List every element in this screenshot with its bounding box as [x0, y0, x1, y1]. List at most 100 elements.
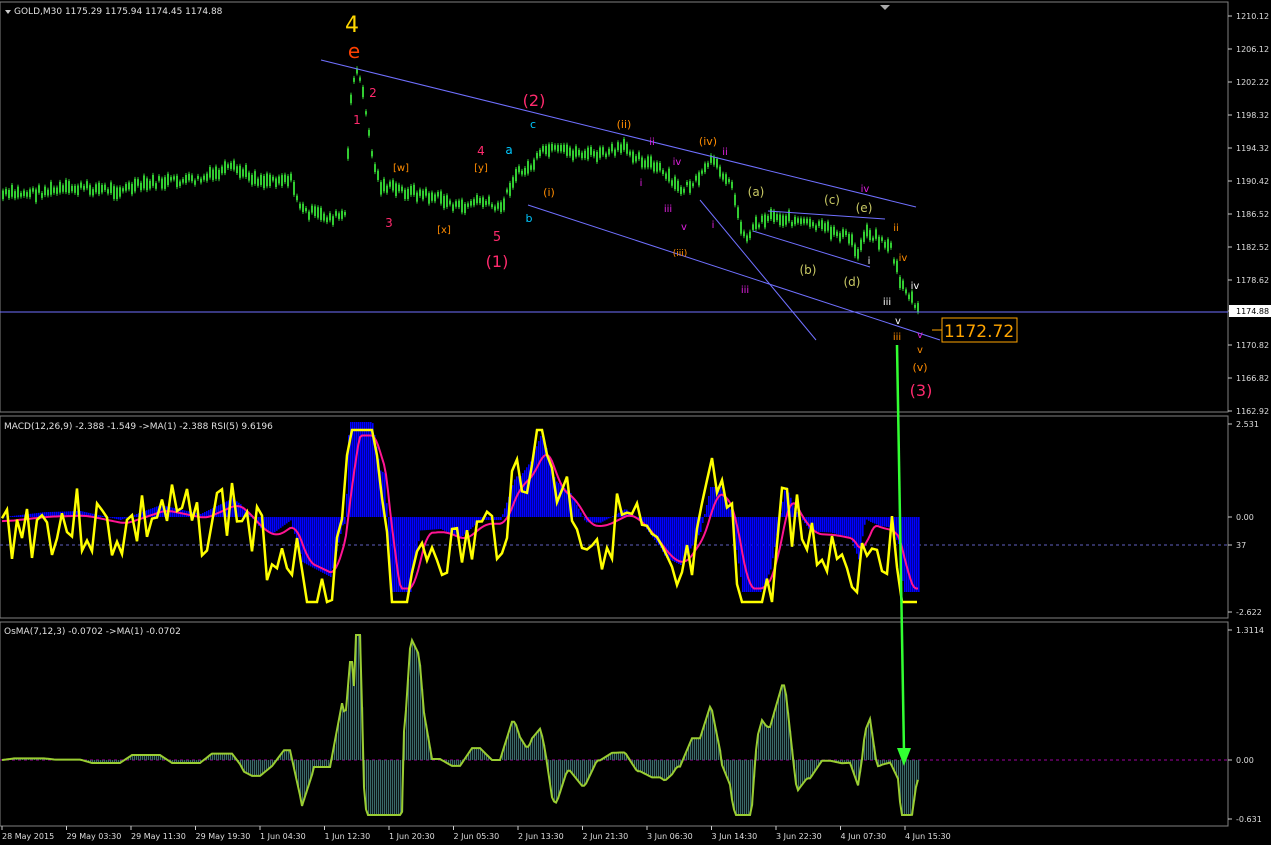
candle-body: [752, 224, 754, 230]
osma-bar: [320, 760, 322, 767]
candle-body: [71, 185, 73, 192]
candle-body: [662, 170, 664, 174]
macd-bar: [422, 517, 424, 531]
osma-bar: [802, 760, 804, 785]
candle-body: [278, 176, 280, 184]
macd-bar: [762, 517, 764, 590]
candle-body: [80, 182, 82, 188]
macd-bar: [610, 517, 612, 518]
macd-bar: [268, 517, 270, 532]
osma-bar: [582, 760, 584, 786]
osma-bar: [614, 752, 616, 760]
osma-bar: [622, 752, 624, 760]
macd-bar: [386, 503, 388, 517]
osma-bar: [302, 760, 304, 806]
osma-bar: [702, 731, 704, 760]
candle-body: [239, 165, 241, 178]
macd-panel[interactable]: MACD(12,26,9) -2.388 -1.549 ->MA(1) -2.3…: [0, 415, 1262, 619]
wave-label: (v): [912, 361, 927, 374]
osma-bar: [868, 723, 870, 760]
candle-body: [29, 189, 31, 198]
osma-bar: [698, 738, 700, 760]
osma-bar: [640, 760, 642, 772]
candle-body: [290, 173, 292, 181]
price-tick-label: 1210.12: [1236, 12, 1269, 21]
candle-body: [176, 175, 178, 188]
candle-body: [782, 215, 784, 226]
candle-body: [167, 173, 169, 186]
candle-body: [434, 194, 436, 202]
osma-bar: [762, 720, 764, 760]
macd-bar: [708, 496, 710, 517]
macd-bar: [702, 517, 704, 523]
candle-body: [23, 190, 25, 196]
macd-bar: [496, 517, 498, 520]
osma-bar: [530, 743, 532, 760]
candle-body: [614, 149, 616, 156]
macd-bar: [678, 517, 680, 564]
time-tick-label: 2 Jun 05:30: [454, 832, 500, 841]
candle-body: [32, 188, 34, 192]
candle-body: [728, 179, 730, 183]
osma-bar: [526, 746, 528, 760]
macd-bar: [704, 514, 706, 517]
candle-body: [74, 185, 76, 193]
osma-bar: [390, 760, 392, 815]
candle-body: [215, 166, 217, 179]
macd-bar: [866, 517, 868, 520]
osma-bar: [742, 760, 744, 815]
osma-bar: [370, 760, 372, 815]
candle-body: [95, 184, 97, 193]
macd-bar: [32, 513, 34, 517]
osma-bar: [376, 760, 378, 815]
macd-bar: [100, 515, 102, 517]
candle-body: [473, 199, 475, 206]
candle-body: [200, 178, 202, 183]
candle-body: [560, 145, 562, 152]
candle-body: [218, 169, 220, 180]
osma-bar: [528, 746, 530, 760]
candle-body: [839, 233, 841, 242]
candle-body: [353, 77, 355, 82]
osma-bar: [770, 727, 772, 760]
candle-body: [443, 195, 445, 209]
main-price-panel[interactable]: GOLD,M30 1175.29 1175.94 1174.45 1174.88…: [0, 1, 1271, 416]
macd-bar: [286, 517, 288, 524]
macd-bar: [522, 473, 524, 517]
macd-bar: [424, 517, 426, 531]
candle-body: [113, 186, 115, 199]
osma-bar: [348, 686, 350, 760]
macd-bar: [822, 517, 824, 533]
candle-body: [209, 167, 211, 178]
osma-bar: [700, 738, 702, 760]
candle-body: [56, 187, 58, 194]
candle-body: [437, 192, 439, 197]
candle-body: [248, 172, 250, 181]
macd-bar: [134, 514, 136, 517]
wave-label: (a): [748, 185, 765, 199]
candle-body: [575, 146, 577, 157]
osma-bar: [692, 738, 694, 760]
wave-label: iii: [883, 297, 891, 308]
candle-body: [224, 161, 226, 174]
macd-bar: [438, 517, 440, 530]
macd-bar: [862, 517, 864, 537]
wave-label: (1): [486, 252, 509, 271]
macd-bar: [304, 517, 306, 564]
osma-panel[interactable]: OsMA(7,12,3) -0.0702 ->MA(1) -0.0702 1.3…: [0, 621, 1264, 827]
trading-chart[interactable]: GOLD,M30 1175.29 1175.94 1174.45 1174.88…: [0, 0, 1271, 845]
candle-body: [422, 190, 424, 200]
macd-bar: [494, 517, 496, 520]
candle-body: [341, 210, 343, 219]
candle-body: [914, 304, 916, 308]
candle-body: [131, 183, 133, 195]
macd-bar: [440, 517, 442, 529]
candle-body: [611, 143, 613, 152]
macd-bar: [506, 502, 508, 517]
osma-bar: [666, 760, 668, 780]
candle-body: [191, 175, 193, 182]
macd-bar: [782, 501, 784, 517]
macd-bar: [850, 517, 852, 537]
macd-bar: [504, 508, 506, 517]
candle-body: [86, 181, 88, 189]
